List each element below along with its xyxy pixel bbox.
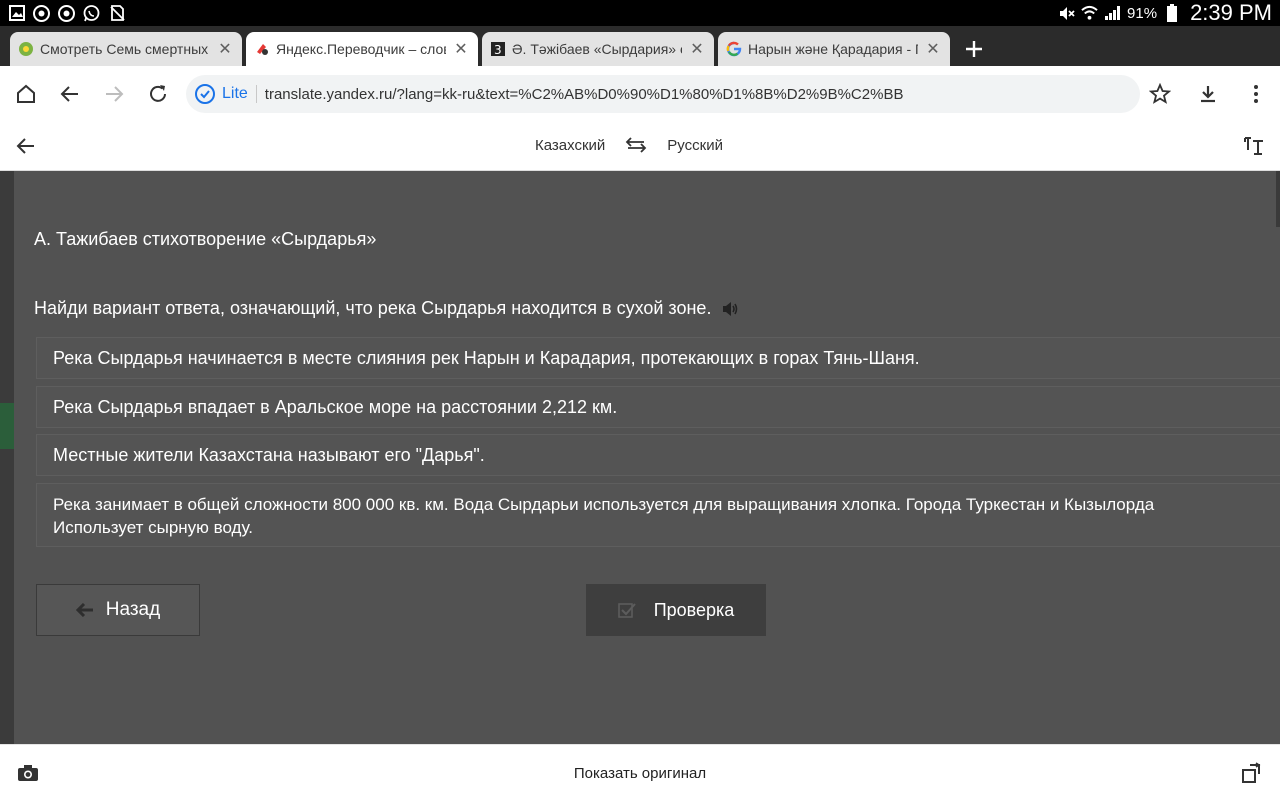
arrow-left-icon: [16, 138, 34, 154]
menu-button[interactable]: [1232, 70, 1280, 118]
page-left-strip: [0, 171, 14, 744]
forward-button[interactable]: [92, 70, 136, 118]
plus-icon: [966, 41, 982, 57]
poem-title: А. Тажибаев стихотворение «Сырдарья»: [34, 229, 377, 249]
arrow-right-icon: [106, 86, 124, 102]
status-bar: 91% 2:39 PM: [0, 0, 1280, 26]
tab-title: Нарын және Қарадария - П: [748, 41, 918, 57]
camera-icon: [18, 765, 38, 781]
google-icon: [726, 41, 742, 57]
sidebar-indicator: [0, 403, 14, 449]
address-bar[interactable]: Lite translate.yandex.ru/?lang=kk-ru&tex…: [186, 75, 1140, 113]
checkbox-icon: [617, 602, 636, 618]
answer-option[interactable]: Река Сырдарья впадает в Аральское море н…: [36, 386, 1280, 428]
scrollbar[interactable]: [1276, 171, 1280, 227]
gallery-icon: [8, 5, 25, 22]
screenshot-button[interactable]: [16, 761, 40, 785]
whatsapp-icon: [83, 4, 100, 22]
notification-icons: [0, 4, 125, 22]
battery-percent: 91%: [1127, 4, 1158, 22]
show-original-link[interactable]: Показать оригинал: [574, 765, 706, 782]
download-icon: [1201, 86, 1215, 103]
translated-page: А. Тажибаев стихотворение «Сырдарья» Най…: [0, 171, 1280, 744]
lite-mode-icon[interactable]: [194, 83, 216, 105]
mute-icon: [1058, 5, 1075, 22]
svg-text:3: 3: [494, 43, 502, 57]
yandex-translate-icon: [254, 41, 270, 57]
chrome-icon: [58, 4, 75, 22]
tab-yandex-translate[interactable]: Яндекс.Переводчик – слов ✕: [246, 32, 478, 66]
arrow-left-icon: [60, 86, 78, 102]
home-icon: [17, 84, 35, 103]
tab-tazhibaev[interactable]: 3 Ә. Тәжібаев «Сырдария» өл ✕: [482, 32, 714, 66]
translator-back-button[interactable]: [10, 130, 42, 162]
check-button[interactable]: Проверка: [586, 584, 766, 636]
option-text: Река занимает в общей сложности 800 000 …: [53, 495, 1155, 537]
language-switcher: Казахский Русский: [535, 134, 723, 156]
tab-title: Яндекс.Переводчик – слов: [276, 41, 446, 57]
clock: 2:39 PM: [1190, 0, 1272, 25]
close-icon[interactable]: ✕: [688, 39, 706, 59]
rotate-button[interactable]: [1240, 761, 1264, 785]
no-sim-icon: [108, 5, 125, 22]
back-button[interactable]: Назад: [36, 584, 200, 636]
target-language[interactable]: Русский: [667, 137, 723, 154]
text-mode-button[interactable]: [1242, 134, 1266, 158]
film-icon: [18, 41, 34, 57]
signal-icon: [1104, 5, 1121, 22]
swap-languages-icon[interactable]: [625, 134, 647, 156]
home-button[interactable]: [4, 70, 48, 118]
wifi-icon: [1081, 5, 1098, 22]
new-tab-button[interactable]: [954, 32, 994, 66]
tab-google-naryn[interactable]: Нарын және Қарадария - П ✕: [718, 32, 950, 66]
answer-option[interactable]: Местные жители Казахстана называют его "…: [36, 434, 1280, 476]
source-language[interactable]: Казахский: [535, 137, 605, 154]
system-indicators: 91% 2:39 PM: [1058, 0, 1280, 26]
tab-title: Ә. Тәжібаев «Сырдария» өл: [512, 41, 682, 57]
battery-icon: [1163, 4, 1180, 22]
text-format-icon: [1244, 137, 1263, 155]
speaker-icon[interactable]: [721, 300, 739, 318]
close-icon[interactable]: ✕: [452, 39, 470, 59]
rotate-icon: [1242, 762, 1261, 783]
site-icon: 3: [490, 41, 506, 57]
close-icon[interactable]: ✕: [216, 39, 234, 59]
lite-label: Lite: [222, 85, 257, 103]
option-text: Река Сырдарья впадает в Аральское море н…: [53, 396, 618, 417]
tab-title: Смотреть Семь смертных г: [40, 41, 210, 57]
back-button[interactable]: [48, 70, 92, 118]
question-text: Найди вариант ответа, означающий, что ре…: [34, 298, 712, 318]
browser-toolbar: Lite translate.yandex.ru/?lang=kk-ru&tex…: [0, 66, 1280, 123]
answer-option[interactable]: Река занимает в общей сложности 800 000 …: [36, 483, 1280, 547]
close-icon[interactable]: ✕: [924, 39, 942, 59]
tab-movie[interactable]: Смотреть Семь смертных г ✕: [10, 32, 242, 66]
url-text[interactable]: translate.yandex.ru/?lang=kk-ru&text=%C2…: [265, 86, 1140, 103]
option-text: Река Сырдарья начинается в месте слияния…: [53, 347, 920, 368]
back-button-label: Назад: [105, 599, 161, 620]
translate-bottom-bar: Показать оригинал: [0, 744, 1280, 801]
tab-strip: Смотреть Семь смертных г ✕ Яндекс.Перево…: [0, 26, 1280, 66]
download-button[interactable]: [1184, 70, 1232, 118]
arrow-left-icon: [75, 603, 94, 617]
chrome-icon: [33, 4, 50, 22]
check-button-label: Проверка: [653, 599, 735, 620]
star-icon: [1149, 83, 1171, 104]
more-vert-icon: [1254, 85, 1258, 103]
answer-option[interactable]: Река Сырдарья начинается в месте слияния…: [36, 337, 1280, 379]
question: Найди вариант ответа, означающий, что ре…: [34, 298, 739, 319]
reload-button[interactable]: [136, 70, 180, 118]
reload-icon: [150, 85, 166, 102]
option-text: Местные жители Казахстана называют его "…: [53, 444, 485, 465]
bookmark-button[interactable]: [1136, 70, 1184, 118]
translator-bar: Казахский Русский: [0, 122, 1280, 171]
